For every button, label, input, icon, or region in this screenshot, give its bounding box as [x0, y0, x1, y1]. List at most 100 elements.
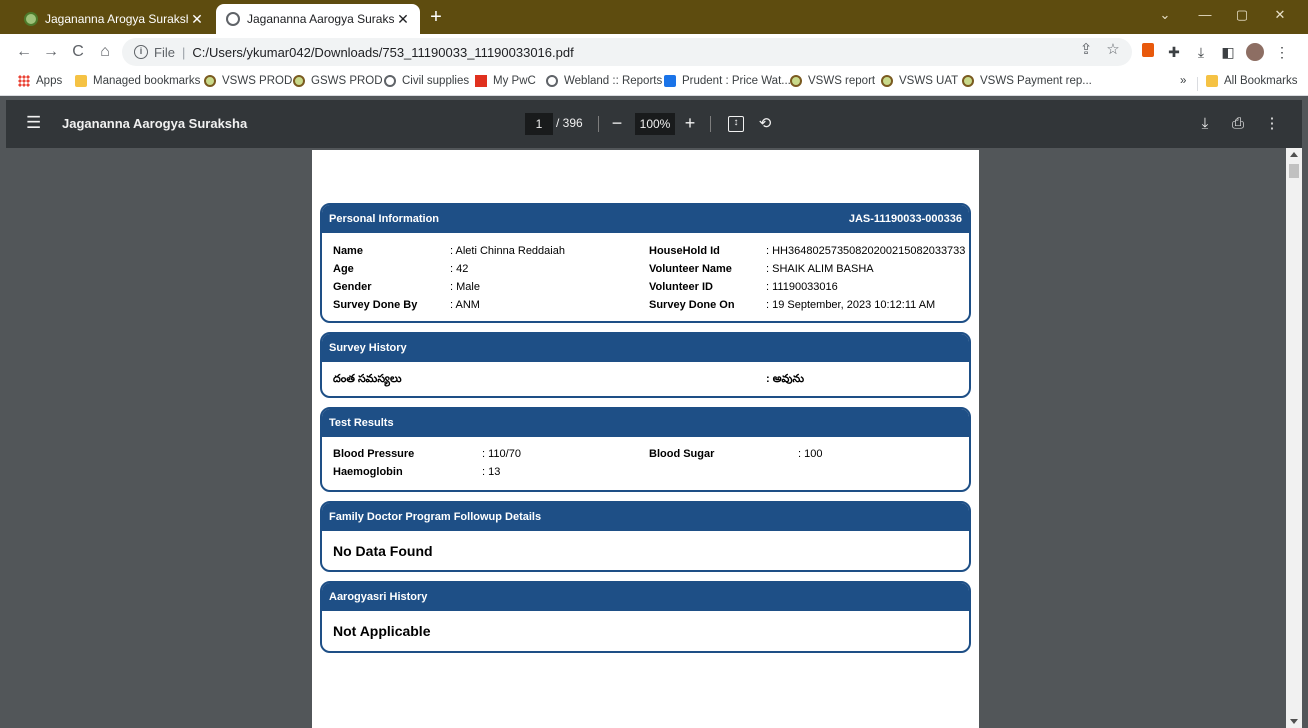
bookmark-my-pwc[interactable]: My PwC [475, 75, 536, 87]
survey-history-card: Survey History దంత సమస్యలు : అవును [320, 332, 971, 398]
close-tab-icon[interactable]: ✕ [188, 11, 206, 28]
more-actions-icon[interactable]: ⋮ [1261, 113, 1283, 135]
survey-done-on-label: Survey Done On [649, 299, 735, 311]
bookmark-label: Webland :: Reports [564, 75, 663, 87]
blood-pressure-value: : 110/70 [482, 448, 521, 460]
site-info-icon[interactable]: i [134, 45, 148, 59]
back-button[interactable]: ← [13, 41, 35, 63]
url-scheme: File [154, 44, 175, 60]
card-body: Blood Pressure : 110/70 Blood Sugar : 10… [322, 437, 969, 490]
bookmark-prudent[interactable]: Prudent : Price Wat... [664, 75, 791, 87]
personal-information-card: Personal Information JAS-11190033-000336… [320, 203, 971, 323]
pdf-title: Jagananna Aarogya Suraksha [62, 116, 248, 131]
rotate-icon[interactable]: ⟲ [754, 113, 776, 135]
url-text[interactable]: C:/Users/ykumar042/Downloads/753_1119003… [192, 45, 573, 60]
bookmark-label: VSWS PROD [222, 75, 293, 87]
survey-done-by-value: : ANM [450, 299, 480, 311]
card-heading: Personal Information [329, 213, 440, 225]
browser-toolbar: ← → C ⌂ i File | C:/Users/ykumar042/Down… [0, 34, 1308, 70]
bookmark-managed-bookmarks[interactable]: Managed bookmarks [75, 75, 200, 87]
close-window-button[interactable]: ✕ [1270, 7, 1290, 23]
zoom-in-button[interactable]: + [680, 111, 700, 135]
card-header: Family Doctor Program Followup Details [322, 503, 969, 531]
age-label: Age [333, 263, 354, 275]
card-heading: Test Results [329, 417, 394, 429]
new-tab-button[interactable]: + [426, 6, 446, 28]
scroll-up-arrow-icon[interactable] [1290, 152, 1298, 157]
survey-answer: : అవును [766, 373, 805, 385]
side-panel-icon[interactable]: ◧ [1219, 43, 1237, 61]
tab-strip: Jagananna Arogya Suraksha ✕ Jagananna Aa… [0, 0, 1308, 34]
blood-sugar-label: Blood Sugar [649, 448, 715, 460]
card-heading: Survey History [329, 342, 407, 354]
jas-id: JAS-11190033-000336 [848, 213, 962, 225]
tab-title: Jagananna Aarogya Suraksha [247, 12, 394, 26]
not-applicable-message: Not Applicable [333, 623, 431, 639]
bookmark-apps[interactable]: Apps [18, 75, 62, 87]
test-results-card: Test Results Blood Pressure : 110/70 Blo… [320, 407, 971, 492]
vsws-icon [204, 75, 216, 87]
tab-jagananna-arogya-suraksha[interactable]: Jagananna Arogya Suraksha ✕ [14, 4, 214, 34]
page-total: / 396 [556, 116, 583, 130]
reload-button[interactable]: C [67, 41, 89, 63]
volunteer-id-value: : 11190033016 [766, 281, 838, 293]
office-extension-icon[interactable] [1139, 43, 1157, 61]
globe-icon [546, 75, 558, 87]
share-icon[interactable]: ⇪ [1077, 40, 1095, 58]
tab-jagananna-aarogya-suraksha-pdf[interactable]: Jagananna Aarogya Suraksha ✕ [216, 4, 420, 34]
toolbar-divider [710, 116, 711, 132]
apps-grid-icon [18, 75, 30, 87]
bookmark-vsws-prod[interactable]: VSWS PROD [204, 75, 292, 87]
print-icon[interactable]: ⎙ [1227, 113, 1249, 135]
card-body: No Data Found [322, 531, 969, 570]
card-body: దంత సమస్యలు : అవును [322, 362, 969, 396]
bookmark-star-icon[interactable]: ☆ [1104, 40, 1122, 58]
extensions-puzzle-icon[interactable]: ✚ [1165, 43, 1183, 61]
bookmark-label: VSWS report [808, 75, 876, 87]
haemoglobin-value: : 13 [482, 466, 501, 478]
vsws-icon [790, 75, 802, 87]
profile-avatar[interactable] [1246, 43, 1264, 61]
card-heading: Aarogyasri History [329, 591, 428, 603]
minimize-button[interactable]: — [1195, 7, 1215, 22]
close-tab-icon[interactable]: ✕ [394, 11, 412, 28]
folder-icon [75, 75, 87, 87]
download-icon[interactable]: ⤓ [1194, 113, 1216, 135]
globe-icon [226, 12, 240, 26]
bookmarks-overflow-button[interactable]: » [1180, 75, 1186, 87]
forward-button[interactable]: → [40, 41, 62, 63]
maximize-button[interactable]: ▢ [1232, 7, 1252, 23]
hamburger-menu-icon[interactable]: ☰ [26, 114, 42, 132]
bookmark-label: VSWS UAT [899, 75, 959, 87]
vertical-scrollbar[interactable] [1286, 148, 1302, 728]
all-bookmarks-button[interactable]: All Bookmarks [1206, 75, 1298, 87]
scroll-down-arrow-icon[interactable] [1290, 719, 1298, 724]
zoom-out-button[interactable]: − [607, 111, 627, 135]
bookmark-vsws-uat[interactable]: VSWS UAT [881, 75, 958, 87]
address-bar[interactable]: i File | C:/Users/ykumar042/Downloads/75… [122, 38, 1132, 66]
browser-menu-icon[interactable]: ⋮ [1273, 43, 1291, 61]
bookmark-label: Managed bookmarks [93, 75, 201, 87]
bookmark-vsws-report[interactable]: VSWS report [790, 75, 875, 87]
bookmark-gsws-prod[interactable]: GSWS PROD [293, 75, 383, 87]
home-button[interactable]: ⌂ [94, 41, 116, 63]
bookmark-label: All Bookmarks [1224, 75, 1298, 87]
site-favicon-icon [24, 12, 38, 26]
downloads-icon[interactable]: ⤓ [1192, 43, 1210, 61]
bookmark-webland-reports[interactable]: Webland :: Reports [546, 75, 662, 87]
bookmark-vsws-payment-rep[interactable]: VSWS Payment rep... [962, 75, 1092, 87]
zoom-level-input[interactable]: 100% [635, 113, 675, 135]
bookmark-label: My PwC [493, 75, 536, 87]
page-number-input[interactable]: 1 [525, 113, 553, 135]
card-header: Aarogyasri History [322, 583, 969, 611]
globe-icon [384, 75, 396, 87]
fit-to-page-icon[interactable]: ↕ [728, 116, 744, 132]
bookmark-civil-supplies[interactable]: Civil supplies [384, 75, 469, 87]
tab-search-chevron-icon[interactable]: ⌄ [1155, 7, 1175, 23]
blood-sugar-value: : 100 [798, 448, 823, 460]
pwc-icon [475, 75, 487, 87]
name-value: : Aleti Chinna Reddaiah [450, 245, 565, 257]
card-header: Test Results [322, 409, 969, 437]
tab-title: Jagananna Arogya Suraksha [45, 12, 188, 26]
scrollbar-thumb[interactable] [1289, 164, 1299, 178]
